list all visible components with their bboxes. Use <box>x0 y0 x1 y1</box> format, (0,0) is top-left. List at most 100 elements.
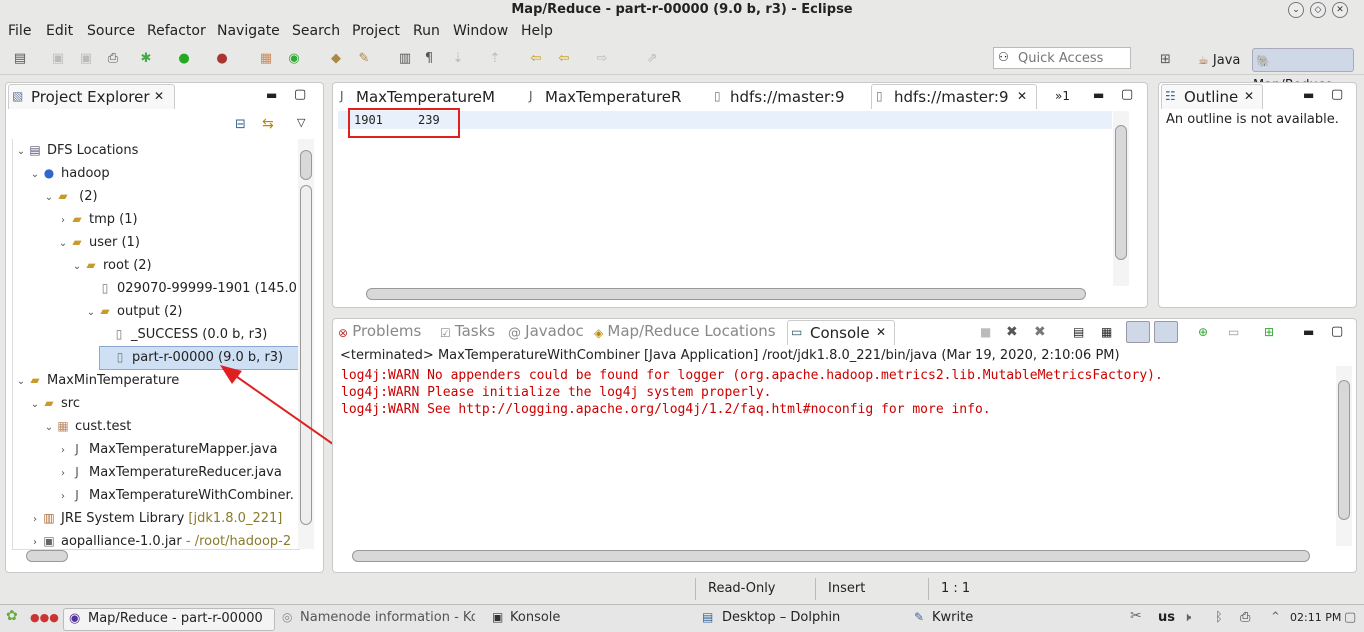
new-icon[interactable]: ▤ <box>12 51 28 67</box>
quick-access-input[interactable] <box>1016 50 1130 67</box>
menu-window[interactable]: Window <box>453 23 508 39</box>
task-eclipse[interactable]: ◉ Map/Reduce - part-r-00000 (9 <box>63 608 275 631</box>
minimize-view-icon[interactable]: ▬ <box>266 88 277 102</box>
perspective-java[interactable]: ☕ Java <box>1198 49 1240 71</box>
app-launcher-icon[interactable]: ✿ <box>6 608 18 624</box>
menu-help[interactable]: Help <box>521 23 553 39</box>
menu-edit[interactable]: Edit <box>46 23 73 39</box>
editor-tab-3[interactable]: ▯ hdfs://master:9 <box>710 85 870 109</box>
tab-outline[interactable]: ☷ Outline ✕ <box>1161 84 1263 109</box>
menu-refactor[interactable]: Refactor <box>147 23 206 39</box>
tree-item[interactable]: ⌄ ▦ cust.test <box>43 415 132 439</box>
pin-console-icon[interactable]: ⊕ <box>1198 325 1208 339</box>
pager-icon[interactable]: ●●● <box>30 611 59 624</box>
open-type-icon[interactable]: ◆ <box>328 51 344 67</box>
tray-expand-icon[interactable]: ⌃ <box>1270 610 1281 625</box>
editor-vertical-scroll-thumb[interactable] <box>1115 125 1127 260</box>
console-horizontal-scroll-thumb[interactable] <box>352 550 1310 562</box>
maximize-icon[interactable]: ◇ <box>1310 2 1326 18</box>
last-edit-icon[interactable]: ⇦ <box>528 51 544 67</box>
remove-all-launches-icon[interactable]: ✖ <box>1034 324 1046 340</box>
remove-launch-icon[interactable]: ✖ <box>1006 324 1018 340</box>
show-stdout-toggle[interactable] <box>1126 321 1150 343</box>
maximize-view-icon[interactable]: ▢ <box>1331 324 1343 339</box>
close-tab-icon[interactable]: ✕ <box>876 325 886 339</box>
expand-chevron-icon[interactable]: ⌄ <box>15 371 27 393</box>
tab-map-reduce-locations[interactable]: ◈ Map/Reduce Locations <box>594 322 776 343</box>
expand-chevron-icon[interactable]: ⌄ <box>43 187 55 209</box>
minimize-view-icon[interactable]: ▬ <box>1303 88 1314 102</box>
back-icon[interactable]: ⇦ <box>556 51 572 67</box>
editor-tab-4-active[interactable]: ▯ hdfs://master:9 ✕ <box>871 84 1037 109</box>
display-console-icon[interactable]: ▭ <box>1228 325 1239 339</box>
view-menu-icon[interactable]: ▽ <box>297 116 305 129</box>
editor-tab-1[interactable]: J MaxTemperatureM <box>336 85 524 109</box>
quick-access-field[interactable]: ⚇ <box>993 47 1131 69</box>
tree-item[interactable]: ⌄ ▰ user (1) <box>57 231 140 253</box>
tab-overflow-indicator[interactable]: »1 <box>1055 89 1070 103</box>
tab-project-explorer[interactable]: ▧ Project Explorer ✕ <box>8 84 175 109</box>
tree-item[interactable]: ⌄ ▰ root (2) <box>71 254 152 276</box>
maximize-view-icon[interactable]: ▢ <box>294 87 306 102</box>
open-console-icon[interactable]: ⊞ <box>1264 325 1274 339</box>
task-dolphin[interactable]: ▤ Desktop – Dolphin <box>700 609 860 629</box>
collapsed-chevron-icon[interactable]: › <box>57 210 69 232</box>
save-icon[interactable]: ▣ <box>50 51 66 67</box>
task-konsole[interactable]: ▣ Konsole <box>490 609 610 629</box>
collapsed-chevron-icon[interactable]: › <box>29 509 41 531</box>
task-namenode-browser[interactable]: ◎ Namenode information - Kon <box>280 609 475 629</box>
close-tab-icon[interactable]: ✕ <box>154 89 164 103</box>
task-kwrite[interactable]: ✎ Kwrite <box>912 609 1002 629</box>
scroll-lock-icon[interactable]: ▦ <box>1101 325 1112 339</box>
tree-item[interactable]: ⌄ ● hadoop <box>29 162 110 184</box>
menu-file[interactable]: File <box>8 23 31 39</box>
tree-horizontal-scroll-thumb[interactable] <box>26 550 68 562</box>
debug-icon[interactable]: ✱ <box>138 51 154 67</box>
bluetooth-icon[interactable]: ᛒ <box>1215 610 1223 625</box>
maximize-view-icon[interactable]: ▢ <box>1331 87 1343 102</box>
console-vertical-scroll-thumb[interactable] <box>1338 380 1350 520</box>
tab-javadoc[interactable]: @ Javadoc <box>508 322 584 343</box>
clock[interactable]: 02:11 PM <box>1290 611 1341 624</box>
external-tools-icon[interactable]: ● <box>214 51 230 67</box>
close-tab-icon[interactable]: ✕ <box>1244 89 1254 103</box>
keyboard-layout[interactable]: us <box>1158 610 1175 625</box>
expand-chevron-icon[interactable]: ⌄ <box>15 141 27 163</box>
volume-icon[interactable]: 🕨 <box>1183 610 1191 625</box>
tree-item[interactable]: › ▣ aopalliance-1.0.jar - /root/hadoop-2 <box>29 530 291 549</box>
run-icon[interactable]: ● <box>176 51 192 67</box>
clipboard-icon[interactable]: ✂ <box>1130 608 1142 624</box>
next-annotation-icon[interactable]: ⇣ <box>450 51 466 67</box>
expand-chevron-icon[interactable]: ⌄ <box>29 164 41 186</box>
expand-chevron-icon[interactable]: ⌄ <box>85 302 97 324</box>
pin-editor-icon[interactable]: ⇗ <box>644 51 660 67</box>
printer-icon[interactable]: ⎙ <box>1240 610 1250 625</box>
tree-item[interactable]: ⌄ ▰ src <box>29 392 80 414</box>
expand-chevron-icon[interactable]: ⌄ <box>71 256 83 278</box>
tree-item[interactable]: ⌄ ▰ (2) <box>43 185 98 207</box>
menu-run[interactable]: Run <box>413 23 440 39</box>
tree-vertical-scroll-thumb[interactable] <box>300 150 312 180</box>
search-tool-icon[interactable]: ✎ <box>356 51 372 67</box>
save-all-icon[interactable]: ▣ <box>78 51 94 67</box>
collapsed-chevron-icon[interactable]: › <box>29 532 41 549</box>
perspective-map-reduce[interactable]: 🐘 Map/Reduce <box>1252 48 1354 93</box>
show-whitespace-icon[interactable]: ¶ <box>421 51 437 67</box>
forward-icon[interactable]: ⇨ <box>594 51 610 67</box>
tree-item[interactable]: ⌄ ▰ MaxMinTemperature <box>15 369 180 393</box>
close-tab-icon[interactable]: ✕ <box>1017 89 1027 103</box>
clear-console-icon[interactable]: ▤ <box>1073 325 1084 339</box>
editor-tab-2[interactable]: J MaxTemperatureR <box>525 85 705 109</box>
minimize-view-icon[interactable]: ▬ <box>1303 325 1314 339</box>
tab-tasks[interactable]: ☑ Tasks <box>440 322 495 343</box>
expand-chevron-icon[interactable]: ⌄ <box>29 394 41 416</box>
close-icon[interactable]: ✕ <box>1332 2 1348 18</box>
collapse-all-icon[interactable]: ⊟ <box>235 117 246 132</box>
tree-item[interactable]: ▯ 029070-99999-1901 (145.0 <box>85 277 297 299</box>
menu-project[interactable]: Project <box>352 23 400 39</box>
expand-chevron-icon[interactable]: ⌄ <box>43 417 55 439</box>
tree-item[interactable]: ▯ _SUCCESS (0.0 b, r3) <box>99 323 268 345</box>
show-desktop-icon[interactable]: ▢ <box>1344 610 1356 625</box>
tree-item[interactable]: ⌄ ▰ output (2) <box>85 300 183 324</box>
toggle-mark-icon[interactable]: ▥ <box>397 51 413 67</box>
